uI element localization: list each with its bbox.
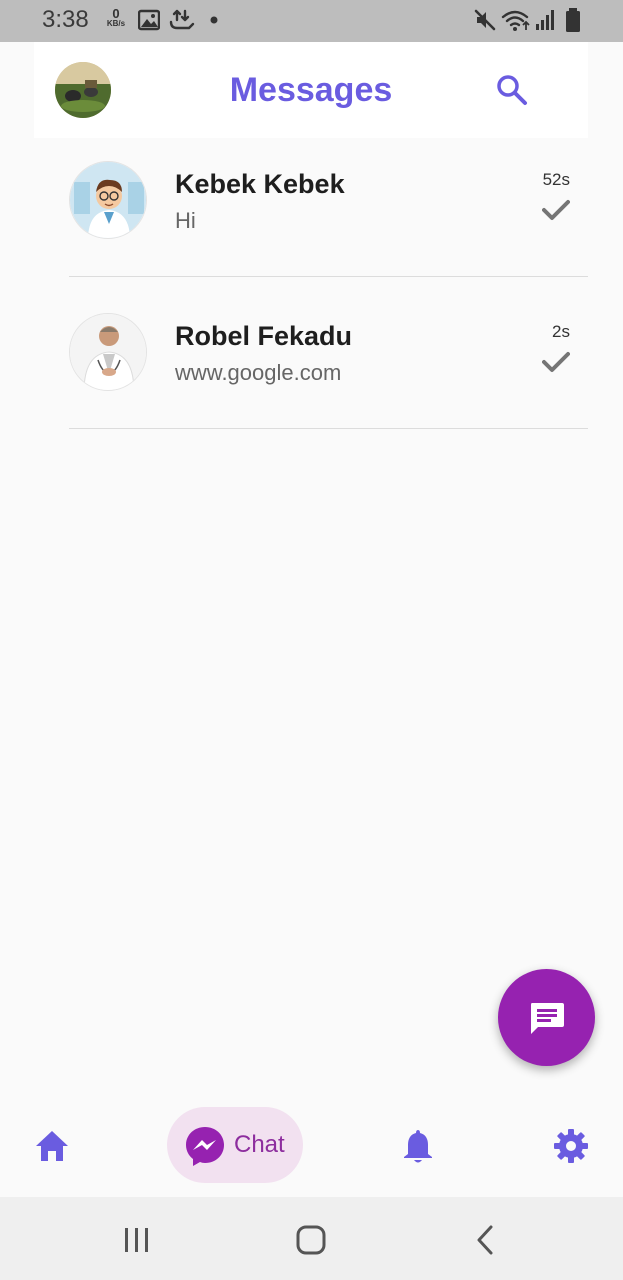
nav-settings[interactable]	[549, 1124, 593, 1168]
new-message-button[interactable]	[498, 969, 595, 1066]
message-icon	[530, 1002, 564, 1034]
system-navigation-bar	[0, 1197, 623, 1280]
network-speed-unit: KB/s	[106, 19, 126, 28]
status-time: 3:38	[42, 6, 89, 33]
home-icon	[36, 1131, 68, 1161]
conversation-name: Robel Fekadu	[175, 321, 353, 351]
divider	[69, 428, 588, 429]
conversation-item[interactable]: Robel Fekadu www.google.com 2s	[69, 277, 588, 429]
conversation-preview: www.google.com	[175, 360, 342, 385]
search-icon	[497, 75, 527, 105]
bottom-navigation: Chat	[0, 1092, 623, 1197]
wifi-icon	[501, 10, 530, 31]
doctor-cartoon-avatar-icon	[70, 162, 146, 238]
avatar	[69, 313, 147, 391]
app-header: Messages	[34, 42, 588, 138]
nav-chat-label: Chat	[234, 1131, 285, 1158]
bell-icon	[404, 1130, 432, 1163]
avatar	[69, 161, 147, 239]
transfer-icon	[169, 9, 195, 30]
check-icon	[542, 200, 570, 220]
signal-icon	[536, 10, 554, 30]
home-button-icon[interactable]	[295, 1224, 327, 1256]
nav-chat[interactable]: Chat	[167, 1107, 303, 1183]
back-icon[interactable]	[473, 1224, 497, 1256]
mute-icon	[474, 9, 496, 31]
conversation-preview: Hi	[175, 208, 196, 233]
messenger-icon	[186, 1127, 224, 1166]
nav-home[interactable]	[30, 1124, 74, 1168]
status-bar: 3:38 0 KB/s	[0, 0, 623, 42]
recent-apps-icon[interactable]	[122, 1227, 152, 1253]
notification-dot-icon	[210, 16, 218, 24]
doctor-photo-avatar-icon	[70, 314, 146, 390]
search-button[interactable]	[490, 68, 534, 112]
gallery-icon	[138, 9, 160, 31]
conversation-name: Kebek Kebek	[175, 169, 345, 199]
network-speed: 0 KB/s	[101, 7, 131, 28]
gear-icon	[554, 1129, 588, 1163]
battery-icon	[566, 8, 580, 32]
conversation-time: 2s	[552, 322, 570, 341]
conversation-item[interactable]: Kebek Kebek Hi 52s	[69, 125, 588, 277]
conversation-time: 52s	[542, 170, 570, 189]
check-icon	[542, 352, 570, 372]
nav-notifications[interactable]	[396, 1124, 440, 1168]
